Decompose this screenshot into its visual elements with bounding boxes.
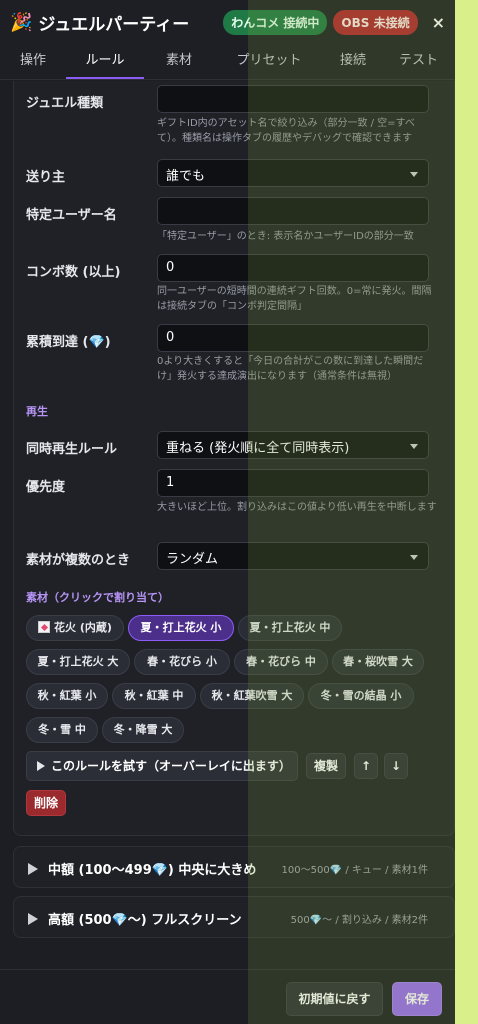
material-chip-selected[interactable]: 夏・打上花火 小 <box>128 615 234 641</box>
move-up-button[interactable]: ↑ <box>354 753 378 779</box>
jewel-type-label: ジュエル種類 <box>26 96 104 111</box>
specific-user-hint: 「特定ユーザー」のとき: 表示名かユーザーIDの部分一致 <box>157 231 414 242</box>
play-icon <box>37 761 45 771</box>
multi-material-select[interactable]: ランダム <box>157 542 429 570</box>
sender-label: 送り主 <box>26 170 66 185</box>
material-chip[interactable]: 夏・打上花火 大 <box>26 649 130 675</box>
tab-materials[interactable]: 素材 <box>144 44 214 79</box>
specific-user-input[interactable] <box>157 197 429 225</box>
tab-presets[interactable]: プリセット <box>214 44 324 79</box>
material-chip[interactable]: 花火 (内蔵) <box>26 615 124 641</box>
expand-icon <box>28 913 38 925</box>
rule-title-text: 中額 (100〜499💎) 中央に大きめ <box>48 863 257 878</box>
playback-section-title: 再生 <box>26 405 48 418</box>
materials-section-title: 素材（クリックで割り当て） <box>26 591 169 604</box>
material-chip[interactable]: 冬・降雪 大 <box>102 717 184 743</box>
priority-label: 優先度 <box>26 480 66 495</box>
simultaneous-label: 同時再生ルール <box>26 442 118 457</box>
close-icon[interactable]: × <box>432 13 445 32</box>
try-rule-button[interactable]: このルールを試す（オーバーレイに出ます） <box>26 751 298 781</box>
multi-material-label: 素材が複数のとき <box>26 553 131 568</box>
simultaneous-select[interactable]: 重ねる (発火順に全て同時表示) <box>157 431 429 459</box>
material-chip[interactable]: 秋・紅葉 中 <box>112 683 196 709</box>
material-chip[interactable]: 春・花びら 小 <box>134 649 230 675</box>
reset-defaults-button[interactable]: 初期値に戻す <box>286 982 383 1016</box>
priority-input[interactable]: 1 <box>157 469 429 497</box>
material-chip[interactable]: 冬・雪の結晶 小 <box>308 683 414 709</box>
specific-user-label: 特定ユーザー名 <box>26 208 117 223</box>
rule-card-collapsed[interactable]: 高額 (500💎〜) フルスクリーン 500💎〜 / 割り込み / 素材2件 <box>13 896 455 938</box>
material-chip[interactable]: 春・花びら 中 <box>234 649 328 675</box>
party-popper-icon: 🎉 <box>10 11 33 33</box>
try-rule-label: このルールを試す（オーバーレイに出ます） <box>51 759 291 773</box>
material-chip[interactable]: 夏・打上花火 中 <box>238 615 342 641</box>
rule-card-collapsed[interactable]: 中額 (100〜499💎) 中央に大きめ 100〜500💎 / キュー / 素材… <box>13 846 455 888</box>
material-chip[interactable]: 冬・雪 中 <box>26 717 98 743</box>
comment-status-badge: わんコメ 接続中 <box>223 9 328 35</box>
expand-icon <box>28 863 38 875</box>
panel-header: 🎉 ジュエルパーティー わんコメ 接続中 OBS 未接続 × <box>0 0 455 44</box>
tab-connection[interactable]: 接続 <box>324 44 382 79</box>
panel-title: ジュエルパーティー <box>38 14 190 35</box>
cumulative-hint: 0より大きくすると「今日の合計がこの数に到達した瞬間だけ」発火する達成演出になり… <box>157 356 424 382</box>
footer-bar: 初期値に戻す 保存 <box>0 969 455 1024</box>
material-chip[interactable]: 秋・紅葉吹雪 大 <box>200 683 304 709</box>
tab-control[interactable]: 操作 <box>0 44 66 79</box>
delete-button[interactable]: 削除 <box>26 790 66 816</box>
jewel-type-input[interactable] <box>157 85 429 113</box>
rule-title: 高額 (500💎〜) フルスクリーン <box>28 909 242 928</box>
combo-input[interactable]: 0 <box>157 254 429 282</box>
priority-hint: 大きいほど上位。割り込みはこの値より低い再生を中断します <box>157 502 437 513</box>
rule-title: 中額 (100〜499💎) 中央に大きめ <box>28 859 256 878</box>
rule-card-expanded: ジュエル種類 ギフトID内のアセット名で絞り込み（部分一致 / 空=すべて）。種… <box>13 81 455 836</box>
rules-content: ジュエル種類 ギフトID内のアセット名で絞り込み（部分一致 / 空=すべて）。種… <box>0 81 455 969</box>
sender-select[interactable]: 誰でも <box>157 159 429 187</box>
tab-bar: 操作 ルール 素材 プリセット 接続 テスト <box>0 44 455 80</box>
tab-rules[interactable]: ルール <box>66 44 144 79</box>
background-area <box>455 0 478 1024</box>
firework-image-icon <box>38 621 51 633</box>
cumulative-input[interactable]: 0 <box>157 324 429 352</box>
obs-status-badge: OBS 未接続 <box>333 9 418 35</box>
combo-hint: 同一ユーザーの短時間の連続ギフト回数。0=常に発火。間隔は接続タブの「コンボ判定… <box>157 286 432 312</box>
material-chip[interactable]: 秋・紅葉 小 <box>26 683 108 709</box>
move-down-button[interactable]: ↓ <box>384 753 408 779</box>
tab-test[interactable]: テスト <box>382 44 455 79</box>
settings-panel: 🎉 ジュエルパーティー わんコメ 接続中 OBS 未接続 × 操作 ルール 素材… <box>0 0 455 1024</box>
rule-meta: 100〜500💎 / キュー / 素材1件 <box>281 865 428 876</box>
rule-meta: 500💎〜 / 割り込み / 素材2件 <box>290 915 428 926</box>
rule-title-text: 高額 (500💎〜) フルスクリーン <box>48 913 242 928</box>
duplicate-button[interactable]: 複製 <box>306 753 346 779</box>
material-chip[interactable]: 春・桜吹雪 大 <box>332 649 424 675</box>
chip-label: 花火 (内蔵) <box>54 621 112 634</box>
save-button[interactable]: 保存 <box>392 982 442 1016</box>
cumulative-label: 累積到達 (💎) <box>26 335 111 350</box>
combo-label: コンボ数 (以上) <box>26 265 121 280</box>
jewel-type-hint: ギフトID内のアセット名で絞り込み（部分一致 / 空=すべて）。種類名は操作タブ… <box>157 118 415 144</box>
